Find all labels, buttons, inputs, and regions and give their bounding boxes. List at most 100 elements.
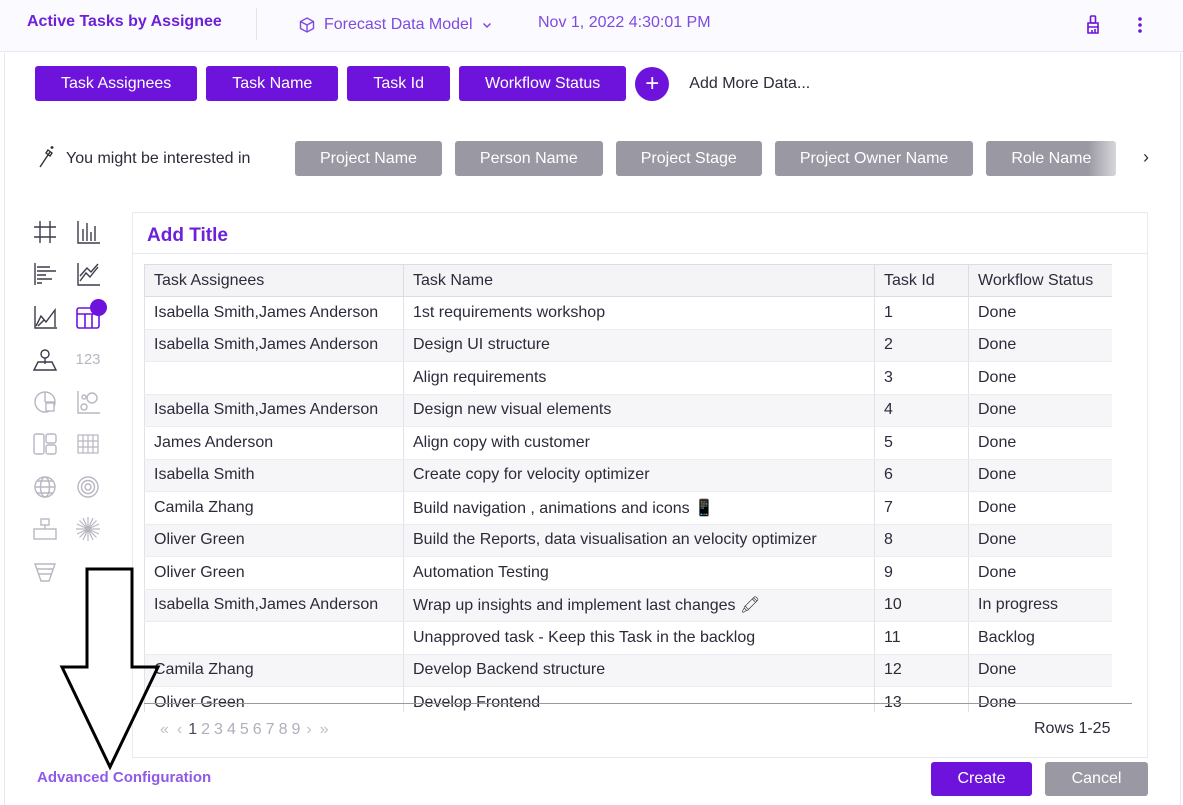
first-page-icon[interactable]: « (160, 721, 169, 739)
radial-icon[interactable] (73, 472, 103, 502)
cell-workflow-status: Done (968, 556, 1112, 590)
page-number[interactable]: 6 (253, 721, 262, 739)
suggested-chip-project-name[interactable]: Project Name (295, 141, 442, 176)
page-number[interactable]: 9 (291, 721, 300, 739)
suggestions-label-group: You might be interested in (36, 145, 251, 172)
cell-task-assignees: Oliver Green (144, 686, 404, 712)
cell-task-name: Unapproved task - Keep this Task in the … (403, 621, 875, 655)
column-header-task-assignees[interactable]: Task Assignees (144, 264, 404, 297)
report-title[interactable]: Active Tasks by Assignee (27, 13, 222, 31)
table-row[interactable]: Isabella Smith,James Anderson Wrap up ins… (144, 589, 1112, 622)
map-icon[interactable] (30, 344, 60, 374)
card-title[interactable]: Add Title (147, 225, 228, 247)
cancel-button[interactable]: Cancel (1045, 762, 1148, 796)
chevron-down-icon (481, 19, 493, 31)
org-chart-icon[interactable] (30, 514, 60, 544)
cell-workflow-status: Done (968, 394, 1112, 427)
column-header-task-name[interactable]: Task Name (403, 264, 875, 297)
table-row[interactable]: James Anderson Align copy with customer 5 D… (144, 426, 1112, 460)
treemap-icon[interactable] (30, 429, 60, 459)
suggestions-label: You might be interested in (66, 150, 251, 167)
cell-workflow-status: Done (968, 361, 1112, 395)
globe-icon[interactable] (30, 472, 60, 502)
page-number[interactable]: 3 (214, 721, 223, 739)
cell-task-id: 9 (874, 556, 969, 590)
burst-icon[interactable] (73, 514, 103, 544)
table-row[interactable]: Oliver Green Automation Testing 9 Done (144, 556, 1112, 590)
table-row[interactable]: Align requirements 3 Done (144, 361, 1112, 395)
cell-task-assignees: Isabella Smith,James Anderson (144, 296, 404, 330)
paint-brush-icon[interactable] (1084, 14, 1102, 36)
table-row[interactable]: Camila Zhang Build navigation , animation… (144, 491, 1112, 525)
page-number[interactable]: 5 (240, 721, 249, 739)
prev-page-icon[interactable]: ‹ (177, 721, 182, 739)
cell-task-id: 11 (874, 621, 969, 655)
chevron-right-icon[interactable]: › (1143, 147, 1157, 169)
cell-task-name: Develop Frontend (403, 686, 875, 712)
cell-task-assignees (144, 621, 404, 655)
page-number[interactable]: 4 (227, 721, 236, 739)
data-model-name: Forecast Data Model (324, 16, 473, 33)
plus-icon[interactable]: + (635, 66, 670, 101)
cell-task-name: Automation Testing (403, 556, 875, 590)
suggested-chip-project-owner-name[interactable]: Project Owner Name (774, 141, 974, 176)
data-model-selector[interactable]: Forecast Data Model (298, 14, 493, 36)
cell-task-name: Design UI structure (403, 329, 875, 362)
table-row[interactable]: Isabella Smith,James Anderson Design new … (144, 394, 1112, 427)
page-number[interactable]: 7 (266, 721, 275, 739)
next-page-icon[interactable]: › (306, 721, 311, 739)
table-row[interactable]: Isabella Smith,James Anderson Design UI s… (144, 329, 1112, 362)
cell-task-name: Create copy for velocity optimizer (403, 459, 875, 492)
cell-task-assignees: Isabella Smith,James Anderson (144, 589, 404, 622)
last-updated-timestamp: Nov 1, 2022 4:30:01 PM (538, 14, 711, 31)
cell-task-assignees: Oliver Green (144, 524, 404, 557)
more-vertical-icon[interactable] (1131, 14, 1149, 36)
table-row[interactable]: Isabella Smith,James Anderson 1st require… (144, 296, 1112, 330)
bar-chart-icon[interactable] (30, 259, 60, 289)
page-number[interactable]: 1 (188, 721, 197, 739)
table-row[interactable]: Isabella Smith Create copy for velocity o… (144, 459, 1112, 492)
cell-workflow-status: Done (968, 426, 1112, 460)
cell-workflow-status: Done (968, 491, 1112, 525)
cell-workflow-status: Done (968, 296, 1112, 330)
heatmap-icon[interactable] (73, 429, 103, 459)
selected-fields-bar: Task Assignees Task Name Task Id Workflo… (35, 66, 810, 101)
header-divider (256, 8, 257, 40)
rows-count: Rows 1-25 (1034, 720, 1111, 737)
cell-task-assignees: Camila Zhang (144, 654, 404, 687)
cell-task-assignees: Camila Zhang (144, 491, 404, 525)
area-chart-icon[interactable] (30, 302, 60, 332)
field-chip-workflow-status[interactable]: Workflow Status (459, 66, 627, 101)
field-chip-task-assignees[interactable]: Task Assignees (35, 66, 198, 101)
table-icon[interactable] (30, 217, 60, 247)
column-header-workflow-status[interactable]: Workflow Status (968, 264, 1112, 297)
table-row[interactable]: Camila Zhang Develop Backend structure 12 D… (144, 654, 1112, 687)
table-row[interactable]: Unapproved task - Keep this Task in the … (144, 621, 1112, 655)
column-header-task-id[interactable]: Task Id (874, 264, 969, 297)
line-chart-icon[interactable] (73, 259, 103, 289)
table-row[interactable]: Oliver Green Develop Frontend 13 Done (144, 686, 1112, 712)
cell-workflow-status: Done (968, 524, 1112, 557)
last-page-icon[interactable]: » (320, 721, 329, 739)
cell-task-assignees: Isabella Smith,James Anderson (144, 329, 404, 362)
bubble-chart-icon[interactable] (73, 387, 103, 417)
create-button[interactable]: Create (931, 762, 1032, 796)
suggested-chip-person-name[interactable]: Person Name (454, 141, 603, 176)
field-chip-task-id[interactable]: Task Id (347, 66, 450, 101)
number-kpi-icon[interactable]: 123 (73, 344, 103, 374)
page-number[interactable]: 2 (201, 721, 210, 739)
pie-chart-icon[interactable] (30, 387, 60, 417)
funnel-icon[interactable] (30, 557, 60, 587)
table-row[interactable]: Oliver Green Build the Reports, data visu… (144, 524, 1112, 557)
cell-task-name: Align copy with customer (403, 426, 875, 460)
advanced-configuration-link[interactable]: Advanced Configuration (37, 769, 211, 786)
page-number[interactable]: 8 (279, 721, 288, 739)
add-more-data-link[interactable]: Add More Data... (689, 75, 810, 93)
column-chart-icon[interactable] (73, 217, 103, 247)
field-chip-task-name[interactable]: Task Name (206, 66, 339, 101)
surface-border-left (4, 53, 5, 805)
cell-task-name: Build the Reports, data visualisation an… (403, 524, 875, 557)
suggested-chip-project-stage[interactable]: Project Stage (615, 141, 762, 176)
suggestions-fade (1088, 141, 1143, 176)
data-table-container[interactable]: Task Assignees Task Name Task Id Workflo… (144, 264, 1112, 712)
